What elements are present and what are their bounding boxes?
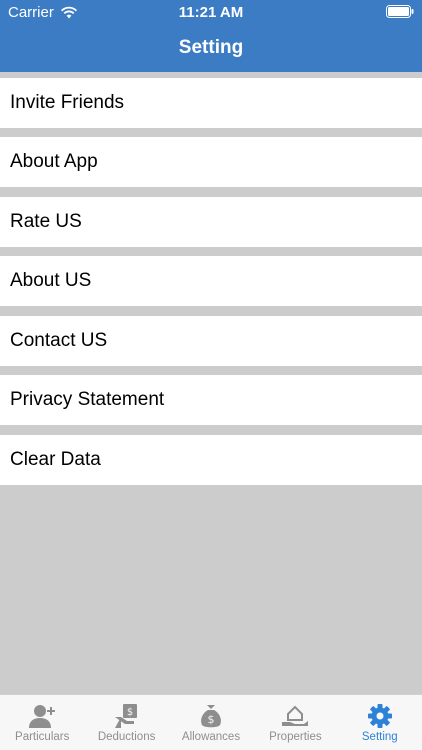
menu-item-contact-us[interactable]: Contact US — [0, 316, 422, 366]
status-bar: Carrier 11:21 AM — [0, 0, 422, 24]
tab-label: Allowances — [181, 731, 241, 743]
battery-icon — [386, 5, 414, 18]
user-plus-icon — [29, 705, 56, 728]
menu-item-rate-us[interactable]: Rate US — [0, 197, 422, 247]
gear-icon — [367, 704, 392, 728]
menu-item-clear-data[interactable]: Clear Data — [0, 435, 422, 485]
status-time: 11:21 AM — [178, 4, 244, 21]
menu-item-label: Rate US — [10, 211, 82, 232]
tab-deductions[interactable]: $ Deductions — [84, 695, 168, 750]
menu-item-label: About US — [10, 270, 92, 291]
page-title: Setting — [178, 37, 244, 58]
app-header: Carrier 11:21 AM Setting — [0, 0, 422, 72]
tab-allowances[interactable]: $ Allowances — [169, 695, 253, 750]
battery-indicator — [386, 5, 414, 22]
money-bag-icon: $ — [201, 705, 221, 728]
tab-particulars[interactable]: Particulars — [0, 695, 84, 750]
tab-label: Setting — [361, 731, 398, 743]
tab-label: Particulars — [15, 731, 70, 743]
svg-text:$: $ — [126, 707, 132, 718]
menu-item-about-app[interactable]: About App — [0, 137, 422, 187]
tab-properties[interactable]: Properties — [253, 695, 337, 750]
menu-item-label: Invite Friends — [10, 92, 125, 113]
menu-item-label: Contact US — [10, 330, 108, 351]
house-hand-icon — [282, 705, 309, 726]
tab-label: Deductions — [97, 731, 156, 743]
tab-setting[interactable]: Setting — [338, 695, 422, 750]
menu-item-privacy-statement[interactable]: Privacy Statement — [0, 375, 422, 425]
menu-item-invite-friends[interactable]: Invite Friends — [0, 78, 422, 128]
hand-money-icon: $ — [114, 704, 137, 728]
tab-label: Properties — [269, 731, 322, 743]
menu-item-label: Clear Data — [10, 449, 101, 470]
menu-item-label: Privacy Statement — [10, 389, 165, 410]
menu-item-about-us[interactable]: About US — [0, 256, 422, 306]
menu-item-label: About App — [10, 151, 98, 172]
svg-text:$: $ — [207, 713, 214, 726]
tab-bar: Particulars $ Deductions $ Allowances Pr… — [0, 694, 422, 750]
